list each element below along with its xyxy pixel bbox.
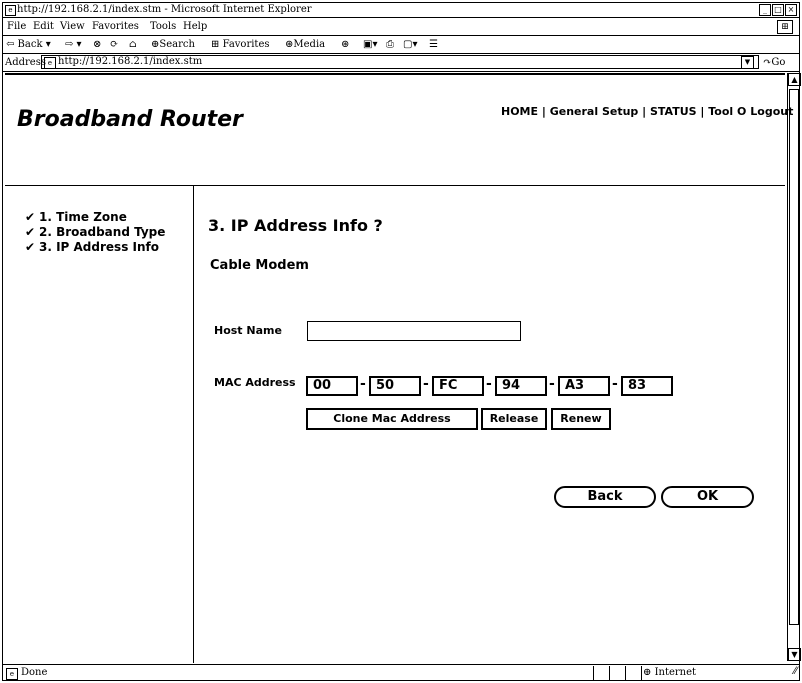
logout-circle-icon: O xyxy=(737,105,747,118)
step-label: 2. Broadband Type xyxy=(39,225,166,239)
step-time-zone[interactable]: ✔ 1. Time Zone xyxy=(25,210,127,224)
status-bar: e Done ⊕ Internet ⁄⁄ xyxy=(3,664,799,681)
history-icon[interactable]: ⊛ xyxy=(341,36,349,53)
favorites-label: Favorites xyxy=(222,39,270,50)
step-broadband-type[interactable]: ✔ 2. Broadband Type xyxy=(25,225,165,239)
go-label: Go xyxy=(771,57,786,68)
scroll-thumb[interactable] xyxy=(789,89,799,625)
page-status-icon: e xyxy=(6,668,18,680)
menu-bar: File Edit View Favorites Tools Help ⊞ xyxy=(3,18,799,36)
menu-tools[interactable]: Tools xyxy=(150,18,176,35)
mac-octet-6[interactable]: 83 xyxy=(621,376,673,396)
browser-window: e http://192.168.2.1/index.stm - Microso… xyxy=(2,2,801,681)
title-bar: e http://192.168.2.1/index.stm - Microso… xyxy=(3,3,799,18)
page-icon: e xyxy=(44,57,56,69)
wizard-steps: ✔ 1. Time Zone ✔ 2. Broadband Type ✔ 3. IP … xyxy=(5,186,194,663)
top-nav: HOME | General Setup | STATUS | Tool O L… xyxy=(501,105,794,118)
windows-logo-icon: ⊞ xyxy=(777,20,793,34)
release-button[interactable]: Release xyxy=(481,408,547,430)
home-icon[interactable]: ⌂ xyxy=(129,36,137,53)
media-button[interactable]: ⊛Media xyxy=(285,36,325,53)
page-content: Broadband Router HOME | General Setup | … xyxy=(5,73,793,663)
print-icon[interactable]: ⎙ xyxy=(386,36,394,53)
discuss-icon[interactable]: ☰ xyxy=(429,36,438,53)
step-label: 1. Time Zone xyxy=(39,210,127,224)
connection-type-label: Cable Modem xyxy=(210,258,309,273)
brand-title: Broadband Router xyxy=(17,107,243,132)
check-icon: ✔ xyxy=(25,210,36,224)
nav-general-setup[interactable]: General Setup xyxy=(550,105,639,118)
maximize-button[interactable]: □ xyxy=(772,4,784,16)
address-bar: Address e http://192.168.2.1/index.stm ▼… xyxy=(3,54,799,72)
forward-button[interactable]: ⇨ ▾ xyxy=(65,36,82,53)
close-button[interactable]: × xyxy=(785,4,797,16)
menu-view[interactable]: View xyxy=(60,18,85,35)
minimize-button[interactable]: _ xyxy=(759,4,771,16)
stop-icon[interactable]: ⊗ xyxy=(93,36,101,53)
resize-grip-icon[interactable]: ⁄⁄ xyxy=(794,664,797,680)
mac-octet-3[interactable]: FC xyxy=(432,376,484,396)
mac-octet-5[interactable]: A3 xyxy=(558,376,610,396)
search-button[interactable]: ⊕Search xyxy=(151,36,195,53)
renew-button[interactable]: Renew xyxy=(551,408,611,430)
clone-mac-address-button[interactable]: Clone Mac Address xyxy=(306,408,478,430)
toolbar: ⇦ Back ▾ ⇨ ▾ ⊗ ⟳ ⌂ ⊕Search ⊞ Favorites ⊛… xyxy=(3,36,799,54)
host-name-input[interactable] xyxy=(307,321,521,341)
mac-separator: - xyxy=(549,376,555,392)
address-url: http://192.168.2.1/index.stm xyxy=(58,56,203,67)
ok-button[interactable]: OK xyxy=(661,486,754,508)
globe-icon: ⊕ xyxy=(643,667,655,678)
favorites-icon: ⊞ xyxy=(211,39,223,50)
menu-help[interactable]: Help xyxy=(183,18,207,35)
scroll-down-icon[interactable]: ▼ xyxy=(788,648,801,661)
main-panel: 3. IP Address Info ? Cable Modem Host Na… xyxy=(194,186,785,663)
status-divider xyxy=(609,666,610,680)
status-divider xyxy=(641,666,642,680)
status-divider xyxy=(593,666,594,680)
mac-octet-4[interactable]: 94 xyxy=(495,376,547,396)
check-icon: ✔ xyxy=(25,240,36,254)
menu-edit[interactable]: Edit xyxy=(33,18,54,35)
back-button[interactable]: Back xyxy=(554,486,656,508)
ie-page-icon: e xyxy=(5,5,16,16)
search-label: Search xyxy=(159,39,195,50)
nav-status[interactable]: STATUS xyxy=(650,105,697,118)
page-title: 3. IP Address Info ? xyxy=(208,216,383,235)
address-dropdown-icon[interactable]: ▼ xyxy=(741,56,754,69)
status-divider xyxy=(625,666,626,680)
mac-separator: - xyxy=(486,376,492,392)
edit-icon[interactable]: ▢▾ xyxy=(403,36,417,53)
go-button[interactable]: ↷Go xyxy=(763,54,785,71)
check-icon: ✔ xyxy=(25,225,36,239)
mac-octet-1[interactable]: 00 xyxy=(306,376,358,396)
address-input[interactable]: e http://192.168.2.1/index.stm xyxy=(41,55,759,69)
menu-file[interactable]: File xyxy=(7,18,26,35)
back-button[interactable]: ⇦ Back ▾ xyxy=(6,36,51,53)
internet-zone: ⊕ Internet xyxy=(643,665,696,681)
menu-favorites[interactable]: Favorites xyxy=(92,18,139,35)
zone-label: Internet xyxy=(654,667,697,678)
address-label: Address xyxy=(5,57,46,68)
window-title: http://192.168.2.1/index.stm - Microsoft… xyxy=(17,4,312,15)
scroll-up-icon[interactable]: ▲ xyxy=(788,73,801,86)
media-label: Media xyxy=(293,39,326,50)
window-controls: _ □ × xyxy=(759,4,797,16)
nav-home[interactable]: HOME xyxy=(501,105,538,118)
mac-separator: - xyxy=(423,376,429,392)
step-label: 3. IP Address Info xyxy=(39,240,159,254)
router-header: Broadband Router HOME | General Setup | … xyxy=(5,75,793,186)
nav-tool[interactable]: Tool xyxy=(708,105,733,118)
refresh-icon[interactable]: ⟳ xyxy=(110,36,118,53)
status-text: Done xyxy=(21,667,48,678)
vertical-scrollbar[interactable]: ▲ ▼ xyxy=(787,73,801,661)
mail-icon[interactable]: ▣▾ xyxy=(363,36,377,53)
mac-octet-2[interactable]: 50 xyxy=(369,376,421,396)
favorites-button[interactable]: ⊞ Favorites xyxy=(211,36,270,53)
step-ip-address-info[interactable]: ✔ 3. IP Address Info xyxy=(25,240,159,254)
mac-address-label: MAC Address xyxy=(214,376,296,389)
mac-separator: - xyxy=(612,376,618,392)
host-name-label: Host Name xyxy=(214,324,282,337)
mac-separator: - xyxy=(360,376,366,392)
